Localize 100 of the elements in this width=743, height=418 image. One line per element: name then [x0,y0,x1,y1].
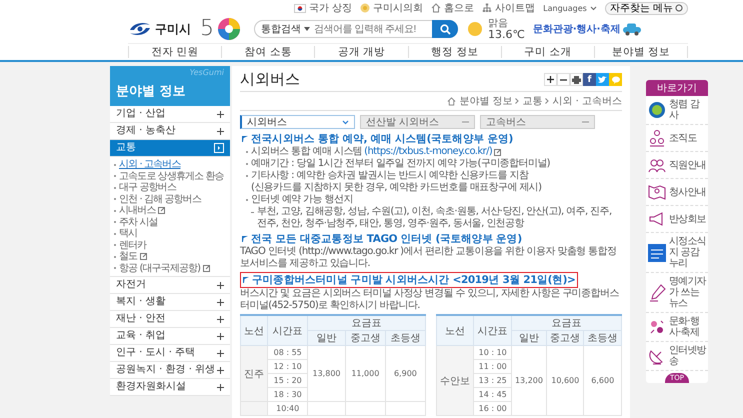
zoom-in-button[interactable] [544,73,557,86]
sidebar-item[interactable]: 자전거 [110,277,230,294]
badge-icon [648,101,666,119]
breadcrumb-link[interactable]: 시외 · 고속버스 [552,94,622,108]
section-heading: 구미종합버스터미널 구미발 시외버스시간 <2019년 3월 21일(현)> [252,273,576,287]
favorites-button[interactable]: 자주찾는 메뉴 [604,2,688,14]
submenu-link[interactable]: 시내버스 [119,205,156,216]
quick-link[interactable]: 반상회보 [646,206,708,233]
route-tab[interactable]: 시외버스 [240,115,355,129]
dash-icon [582,121,589,123]
table-cell: 08 : 55 [268,346,308,360]
submenu-link[interactable]: 택시 [119,228,138,240]
search-button[interactable] [432,20,458,38]
table-header: 초등생 [385,330,426,346]
breadcrumb-link[interactable]: 분야별 정보 [459,94,512,108]
nav-item[interactable]: 전자 민원 [128,46,222,58]
zoom-out-button[interactable] [557,73,570,86]
sun-icon [466,20,484,38]
submenu-link[interactable]: 항공 (대구국제공항) [119,262,200,274]
bird-icon [598,76,607,84]
flower-icon [648,318,666,336]
nav-item[interactable]: 행정 정보 [408,46,501,58]
table-header: 시간표 [268,315,308,346]
quick-link[interactable]: 직원안내 [646,152,708,179]
quick-link[interactable]: 청사안내 [646,179,708,206]
print-button[interactable] [570,73,583,86]
submenu-link[interactable]: 인천 · 김해 공항버스 [119,194,201,205]
plus-icon [217,350,224,356]
sidebar-item[interactable]: 환경자원화시설 [110,379,230,396]
chevron-right-icon [515,98,520,104]
sidebar-title: 분야별 정보 [116,83,187,100]
arrow-box-icon [214,143,224,153]
nav-item[interactable]: 공개 개방 [314,46,408,58]
table-header: 중고생 [546,330,584,346]
org-chart-icon [648,129,666,147]
nav-item[interactable]: 구미 소개 [500,46,594,58]
plus-icon [217,366,224,374]
logo-text: 구미시 [155,20,191,38]
submenu-link[interactable]: 대구 공항버스 [119,182,176,194]
quick-link[interactable]: 청렴 감사 [646,96,708,125]
heading-marker-icon [242,236,248,242]
nav-item[interactable]: 참여 소통 [221,46,314,58]
utility-link[interactable]: 홈으로 [431,1,474,15]
language-select[interactable]: Languages [543,4,597,12]
sidebar-item[interactable]: 재난 · 안전 [110,311,230,328]
utility-link[interactable]: 구미시의회 [360,1,424,15]
breadcrumb-link[interactable]: 교통 [522,94,542,108]
route-tab[interactable]: 선산발 시외버스 [360,115,475,129]
quick-link[interactable]: 조직도 [646,125,708,152]
emblem-icon [360,3,370,13]
submenu-link[interactable]: 렌터카 [119,240,146,251]
bullet-text: 인터넷 예약 가능 행선지 [251,194,353,206]
quick-link[interactable]: 인터넷방송 [646,342,708,371]
search-icon [440,24,450,34]
sidebar-item[interactable]: 교통 [110,140,230,157]
nav-item[interactable]: 분야별 정보 [594,46,688,58]
anniversary-digit: 5 [200,17,214,41]
brand-wordmark: YesGumi [190,68,224,77]
route-tab[interactable]: 고속버스 [480,115,595,129]
sidebar-item[interactable]: 교육 · 취업 [110,328,230,345]
search-scope-select[interactable]: 통합검색 [261,22,310,36]
plus-icon [217,298,224,306]
submenu-link[interactable]: 고속도로 상생휴게소 환승 [119,170,224,182]
plus-icon [217,316,224,322]
chevron-down-icon [342,120,349,124]
bullet-text: 시외버스 통합 예매 시스템 [251,146,362,158]
weather-condition: 맑음 [488,18,509,29]
logo-emblem-icon [128,21,152,37]
festival-banner[interactable]: 문화관광·행사·축제 [532,22,642,36]
url-link[interactable]: (https://txbus.t-money.co.kr/) [364,146,492,158]
sidebar-item[interactable]: 인구 · 도시 · 주택 [110,345,230,362]
table-cell: 10,600 [546,346,584,416]
utility-link[interactable]: 국가 상징 [294,1,352,15]
route-cell: 진주 [240,346,268,402]
submenu-link[interactable]: 시외 · 고속버스 [119,159,180,170]
search-field[interactable]: 통합검색 검색어를 입력해 주세요! [254,20,458,38]
quick-link[interactable]: 시정소식지 공감누리 [646,233,708,273]
sidebar-item[interactable]: 기업 · 산업 [110,106,230,123]
facebook-button[interactable]: f [583,73,596,86]
table-header: 노선 [240,315,268,346]
table-cell: 13,200 [511,346,546,416]
table-cell: 6,900 [385,346,426,402]
section-heading: 전국시외버스 통합 예약, 예매 시스템(국토해양부 운영) [251,132,513,146]
utility-link[interactable]: 사이트맵 [482,1,536,15]
table-cell: 13,800 [308,346,346,402]
twitter-button[interactable] [596,73,609,86]
bullet-text: 예매기간 : 당일 1시간 전부터 일주일 전까지 예약 가능(구미종합터미널) [251,158,550,170]
table-header: 요금표 [308,315,426,330]
sidebar-item[interactable]: 복지 · 생활 [110,294,230,311]
route-cell: 수안보 [436,346,474,416]
quick-link[interactable]: 문화·행사·축제 [646,313,708,342]
submenu-link[interactable]: 주차 시설 [119,216,158,228]
quick-link[interactable]: 명예기자가 쓰는 뉴스 [646,273,708,313]
info-text: 버스시간 및 요금은 시외버스 터미널 사정상 변경될 수 있으니, 자세한 사항은 구미종합버스터미널(452-5750)로 확인하시기 바랍니다. [240,288,620,312]
plus-icon [547,76,554,83]
sidebar-item[interactable]: 공원녹지 · 환경 · 위생 [110,362,230,379]
submenu-link[interactable]: 철도 [119,251,138,262]
page-title: 시외버스 [240,70,300,89]
chevron-down-icon [590,6,597,10]
home-icon [431,3,442,13]
